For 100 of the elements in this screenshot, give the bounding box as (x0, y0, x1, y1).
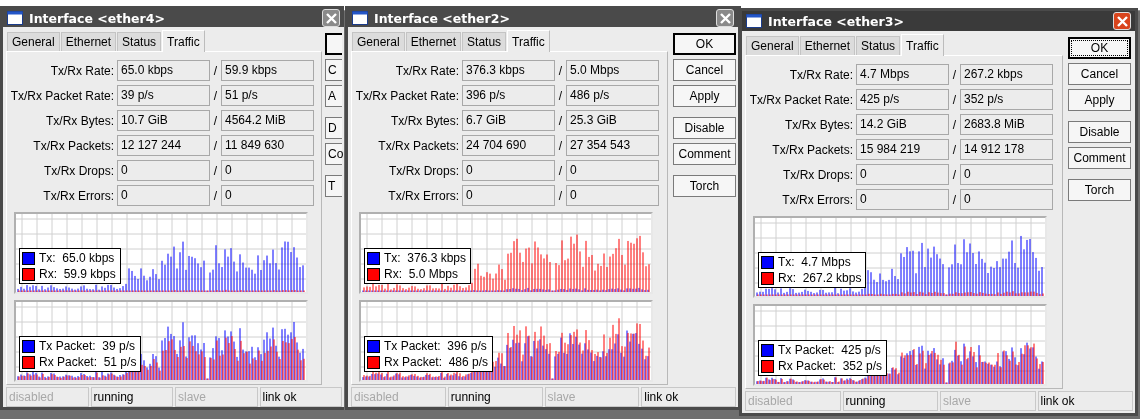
legend-label: Tx Packet: 39 p/s (39, 339, 136, 353)
value-field[interactable]: 396 p/s (462, 85, 555, 106)
dialog-button[interactable]: Torch (673, 175, 736, 197)
legend-label: Tx Packet: 425 p/s (778, 343, 881, 357)
value-field[interactable]: 425 p/s (856, 89, 949, 110)
dialog-button[interactable]: C (325, 59, 342, 81)
status-cell: link ok (259, 387, 342, 407)
dialog-button[interactable]: Cancel (1068, 63, 1131, 85)
value-field[interactable]: 25.3 GiB (566, 110, 659, 131)
field-label: Tx/Rx Packets: (377, 138, 460, 153)
dialog-button[interactable]: Comment (673, 143, 736, 165)
separator-slash: / (951, 117, 958, 132)
close-button[interactable] (322, 9, 340, 27)
tab[interactable]: Status (462, 32, 507, 51)
value-field[interactable]: 486 p/s (566, 85, 659, 106)
window-title: Interface <ether3> (768, 13, 904, 29)
separator-slash: / (557, 188, 564, 203)
field-label: Tx/Rx Rate: (49, 63, 115, 78)
field-label: Tx/Rx Drops: (782, 167, 854, 182)
separator-slash: / (557, 63, 564, 78)
field-label: Tx/Rx Errors: (387, 188, 460, 203)
value-field[interactable]: 0 (221, 185, 314, 206)
value-field[interactable]: 39 p/s (117, 85, 210, 106)
value-field[interactable]: 65.0 kbps (117, 60, 210, 81)
value-field[interactable]: 2683.8 MiB (960, 114, 1053, 135)
window-icon (7, 11, 23, 25)
value-field[interactable]: 27 354 543 (566, 135, 659, 156)
tab[interactable]: Traffic (901, 34, 944, 56)
value-field[interactable]: 5.0 Mbps (566, 60, 659, 81)
tab[interactable]: Status (117, 32, 162, 51)
value-field[interactable]: 51 p/s (221, 85, 314, 106)
value-field[interactable]: 11 849 630 (221, 135, 314, 156)
separator-slash: / (951, 92, 958, 107)
separator-slash: / (951, 142, 958, 157)
status-cell: slave (175, 387, 258, 407)
value-field[interactable]: 0 (221, 160, 314, 181)
tab[interactable]: Traffic (162, 30, 205, 52)
status-cell: slave (940, 391, 1036, 411)
status-cell: link ok (1037, 391, 1133, 411)
dialog-button[interactable]: Disable (1068, 121, 1131, 143)
tab[interactable]: Ethernet (799, 36, 856, 55)
status-cell: link ok (641, 387, 736, 407)
value-field[interactable]: 59.9 kbps (221, 60, 314, 81)
value-field[interactable]: 376.3 kbps (462, 60, 555, 81)
separator-slash: / (212, 163, 219, 178)
tab[interactable]: Traffic (507, 30, 550, 52)
tab[interactable]: Status (856, 36, 901, 55)
field-label: Tx/Rx Bytes: (45, 113, 115, 128)
value-field[interactable]: 14 912 178 (960, 139, 1053, 160)
window-icon (352, 11, 368, 25)
value-field[interactable]: 4.7 Mbps (856, 64, 949, 85)
value-field[interactable]: 12 127 244 (117, 135, 210, 156)
value-field[interactable]: 0 (566, 160, 659, 181)
dialog-button[interactable]: D (325, 117, 342, 139)
legend-label: Tx Packet: 396 p/s (384, 339, 487, 353)
dialog-button[interactable]: OK (673, 33, 736, 55)
field-label: Tx/Rx Packet Rate: (354, 88, 460, 103)
dialog-button[interactable]: T (325, 175, 342, 197)
dialog-button[interactable]: Co (325, 143, 342, 165)
legend-label: Tx: 65.0 kbps (39, 251, 115, 265)
dialog-button[interactable]: Apply (1068, 89, 1131, 111)
value-field[interactable]: 15 984 219 (856, 139, 949, 160)
separator-slash: / (557, 88, 564, 103)
value-field[interactable]: 4564.2 MiB (221, 110, 314, 131)
value-field[interactable]: 0 (117, 160, 210, 181)
tab[interactable]: Ethernet (60, 32, 117, 51)
status-cell: slave (544, 387, 640, 407)
tab[interactable]: Ethernet (405, 32, 462, 51)
value-field[interactable]: 0 (960, 189, 1053, 210)
dialog-button[interactable]: A (325, 85, 342, 107)
value-field[interactable]: 0 (566, 185, 659, 206)
value-field[interactable]: 267.2 kbps (960, 64, 1053, 85)
value-field[interactable]: 0 (856, 189, 949, 210)
separator-slash: / (212, 138, 219, 153)
legend-label: Rx Packet: 51 p/s (39, 355, 137, 369)
dialog-button[interactable]: Torch (1068, 179, 1131, 201)
separator-slash: / (557, 113, 564, 128)
dialog-button[interactable]: Apply (673, 85, 736, 107)
close-button[interactable] (1113, 12, 1131, 30)
dialog-button[interactable] (325, 33, 342, 55)
tab[interactable]: General (746, 36, 799, 55)
dialog-button[interactable]: Cancel (673, 59, 736, 81)
close-button[interactable] (716, 9, 734, 27)
value-field[interactable]: 10.7 GiB (117, 110, 210, 131)
value-field[interactable]: 0 (117, 185, 210, 206)
value-field[interactable]: 0 (960, 164, 1053, 185)
value-field[interactable]: 24 704 690 (462, 135, 555, 156)
value-field[interactable]: 352 p/s (960, 89, 1053, 110)
field-label: Tx/Rx Errors: (42, 188, 115, 203)
value-field[interactable]: 14.2 GiB (856, 114, 949, 135)
dialog-button[interactable]: OK (1068, 37, 1131, 59)
tab[interactable]: General (352, 32, 405, 51)
value-field[interactable]: 0 (462, 185, 555, 206)
value-field[interactable]: 6.7 GiB (462, 110, 555, 131)
tab[interactable]: General (7, 32, 60, 51)
dialog-button[interactable]: Disable (673, 117, 736, 139)
value-field[interactable]: 0 (856, 164, 949, 185)
value-field[interactable]: 0 (462, 160, 555, 181)
field-label: Tx/Rx Packet Rate: (748, 92, 854, 107)
dialog-button[interactable]: Comment (1068, 147, 1131, 169)
